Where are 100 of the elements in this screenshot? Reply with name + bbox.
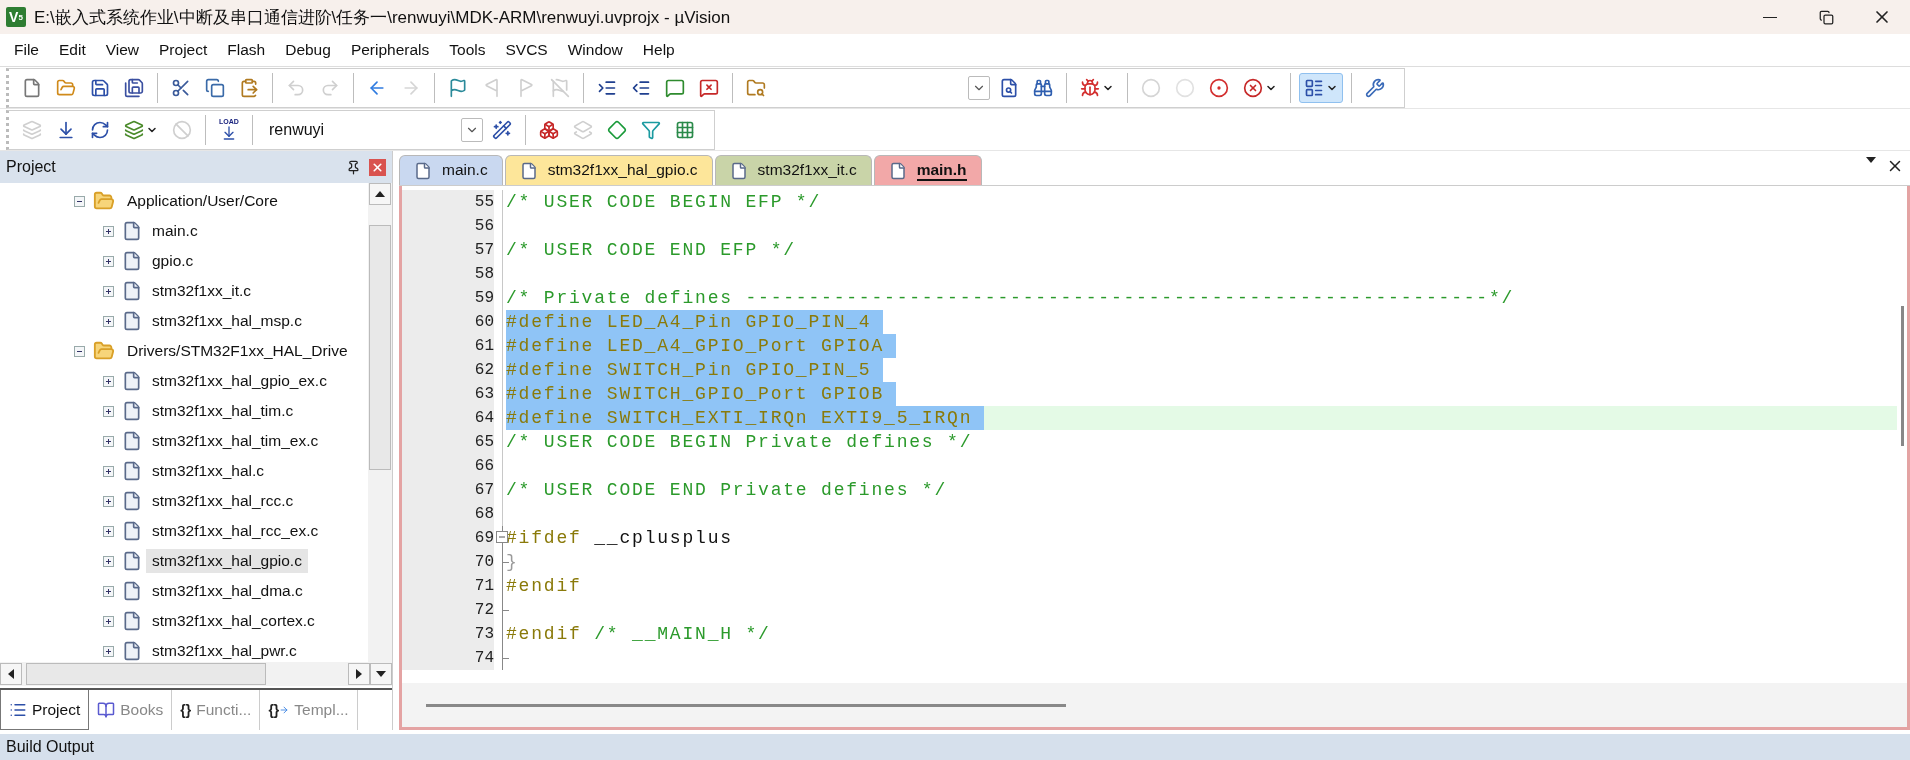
combo-field[interactable]: renwuyi — [261, 115, 483, 144]
circle-icon — [1141, 77, 1161, 98]
menu-item[interactable]: File — [4, 37, 49, 63]
tree-item[interactable]: stm32f1xx_hal_tim_ex.c — [146, 429, 325, 453]
menu-item[interactable]: Help — [632, 37, 685, 63]
tree-item[interactable]: Application/User/Core — [121, 189, 284, 213]
line-number: 68 — [402, 502, 494, 526]
fold-collapse-icon[interactable] — [496, 531, 508, 543]
panel-tab[interactable]: {} Functi... — [172, 690, 261, 730]
collapse-icon[interactable] — [74, 345, 85, 357]
expand-icon[interactable] — [103, 645, 114, 657]
clipboard-icon — [239, 77, 259, 98]
folder-icon — [56, 77, 76, 98]
menu-item[interactable]: Tools — [439, 37, 496, 63]
tree-item[interactable]: Drivers/STM32F1xx_HAL_Drive — [121, 339, 354, 363]
line-number: 66 — [402, 454, 494, 478]
new-file-icon — [22, 77, 42, 98]
tree-item[interactable]: stm32f1xx_hal_gpio.c — [146, 549, 308, 573]
file-icon — [122, 371, 142, 391]
menu-item[interactable]: Window — [557, 37, 633, 63]
file-tab[interactable]: main.c — [399, 155, 503, 185]
menu-item[interactable]: Project — [149, 37, 218, 63]
horizontal-scrollbar[interactable] — [0, 662, 392, 686]
panel-tab[interactable]: Project — [0, 690, 90, 730]
expand-icon[interactable] — [103, 435, 114, 447]
file-icon — [729, 161, 748, 180]
code-line: #endif — [506, 575, 583, 598]
expand-icon[interactable] — [103, 255, 114, 267]
line-number: 63 — [402, 382, 494, 406]
line-number: 56 — [402, 214, 494, 238]
folder-icon — [93, 190, 115, 212]
tree-item[interactable]: stm32f1xx_hal_rcc_ex.c — [146, 519, 325, 543]
expand-icon[interactable] — [103, 615, 114, 627]
tree-item[interactable]: stm32f1xx_hal_gpio_ex.c — [146, 369, 333, 393]
copy-icon — [205, 77, 225, 98]
dropdown-button[interactable] — [461, 117, 483, 142]
tree-item[interactable]: stm32f1xx_it.c — [146, 279, 258, 303]
window-layout-icon — [1304, 77, 1324, 98]
tree-item[interactable]: stm32f1xx_hal.c — [146, 459, 270, 483]
menu-item[interactable]: Edit — [49, 37, 96, 63]
file-icon — [122, 401, 142, 421]
scroll-right-button[interactable] — [348, 663, 370, 685]
file-tab[interactable]: stm32f1xx_hal_gpio.c — [504, 155, 713, 185]
file-tab[interactable]: stm32f1xx_it.c — [714, 155, 872, 185]
tree-item[interactable]: stm32f1xx_hal_pwr.c — [146, 639, 303, 662]
menu-item[interactable]: Debug — [275, 37, 341, 63]
collapse-icon[interactable] — [74, 195, 85, 207]
menu-item[interactable]: SVCS — [495, 37, 558, 63]
scroll-down-button[interactable] — [370, 663, 392, 685]
uncomment-icon — [699, 77, 719, 98]
panel-tab[interactable]: Books — [89, 690, 173, 730]
file-search-icon — [999, 77, 1019, 98]
close-button[interactable] — [369, 158, 386, 176]
expand-icon[interactable] — [103, 285, 114, 297]
menu-item[interactable]: Peripherals — [340, 37, 440, 63]
horizontal-scrollbar[interactable] — [402, 683, 1907, 727]
expand-icon[interactable] — [103, 555, 114, 567]
tree-item[interactable]: stm32f1xx_hal_msp.c — [146, 309, 308, 333]
tree-item[interactable]: stm32f1xx_hal_rcc.c — [146, 489, 300, 513]
file-icon — [414, 161, 432, 180]
line-number: 64 — [402, 406, 494, 430]
scroll-left-button[interactable] — [0, 663, 22, 685]
scissors-icon — [171, 77, 191, 98]
expand-icon[interactable] — [103, 225, 114, 237]
tree-item[interactable]: stm32f1xx_hal_cortex.c — [146, 609, 321, 633]
circle-dot-icon — [1209, 77, 1229, 98]
rebuild-icon — [90, 119, 110, 140]
file-icon — [122, 431, 142, 451]
flag-icon — [448, 77, 468, 98]
menu-item[interactable]: View — [95, 37, 150, 63]
scroll-up-button[interactable] — [369, 183, 391, 205]
tree-item[interactable]: stm32f1xx_hal_dma.c — [146, 579, 309, 603]
code-line: /* USER CODE BEGIN Private defines */ — [506, 431, 974, 454]
expand-icon[interactable] — [103, 375, 114, 387]
expand-icon[interactable] — [103, 465, 114, 477]
line-number: 62 — [402, 358, 494, 382]
window-layout-button[interactable] — [1299, 72, 1343, 103]
pin-icon[interactable] — [346, 159, 361, 175]
vertical-scrollbar[interactable] — [368, 183, 392, 662]
file-tab[interactable]: main.h — [873, 155, 982, 185]
dropdown-icon[interactable] — [1866, 157, 1876, 163]
file-icon — [122, 581, 142, 601]
tree-item[interactable]: stm32f1xx_hal_tim.c — [146, 399, 300, 423]
tree-item[interactable]: gpio.c — [146, 249, 200, 273]
expand-icon[interactable] — [103, 315, 114, 327]
file-icon — [122, 311, 142, 331]
save-icon — [90, 77, 110, 98]
panel-title: Project — [6, 158, 57, 176]
undo-icon — [286, 77, 306, 98]
file-icon — [519, 161, 538, 180]
expand-icon[interactable] — [103, 585, 114, 597]
expand-icon[interactable] — [103, 405, 114, 417]
panel-tab[interactable]: {} Templ... — [260, 690, 358, 730]
expand-icon[interactable] — [103, 495, 114, 507]
stacked-windows-icon — [573, 119, 593, 140]
menu-item[interactable]: Flash — [217, 37, 276, 63]
tree-item[interactable]: main.c — [146, 219, 204, 243]
flag-off-icon — [550, 77, 570, 98]
dropdown-button[interactable] — [968, 75, 990, 100]
expand-icon[interactable] — [103, 525, 114, 537]
